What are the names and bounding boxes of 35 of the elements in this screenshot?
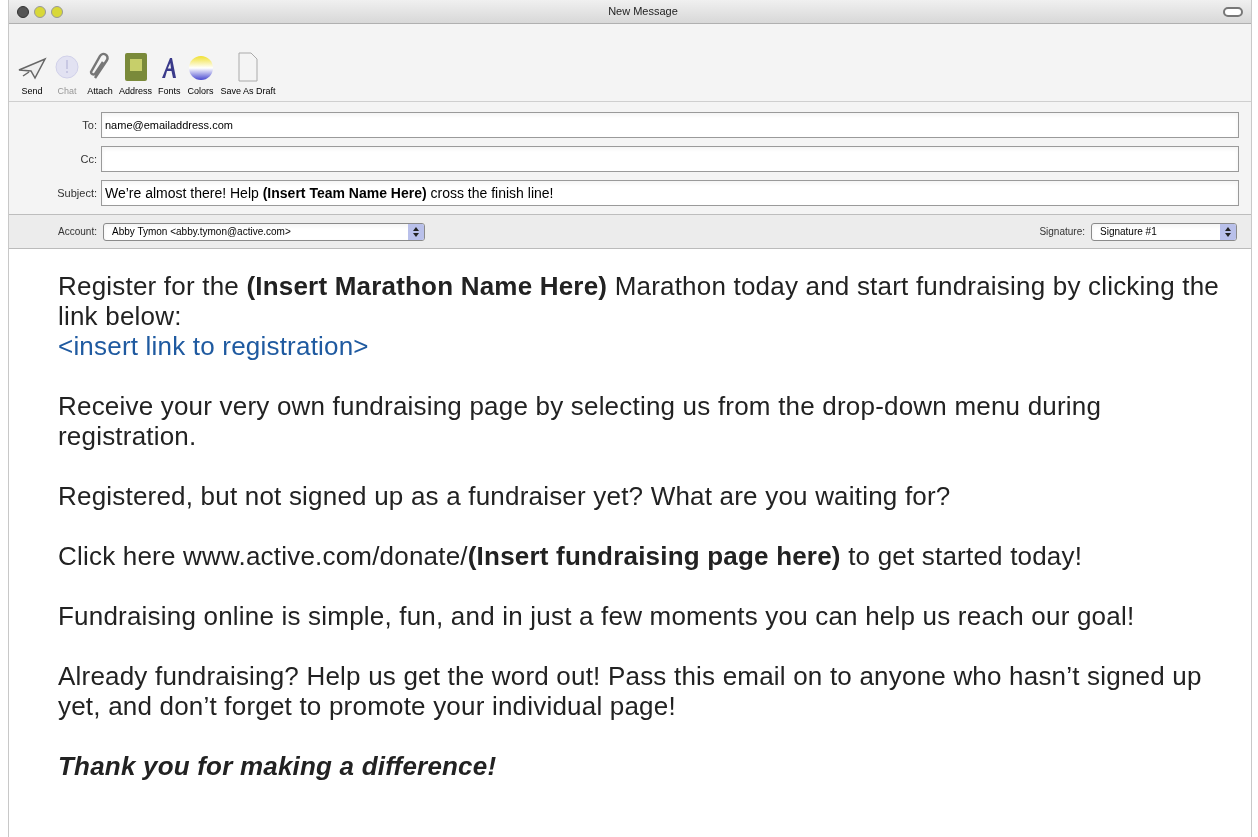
message-body[interactable] (9, 249, 1251, 837)
body-paragraph: Click here www.active.com/donate/(Insert fundraising page here) to get started today! (58, 541, 1084, 571)
stepper-arrows-icon (1225, 226, 1231, 237)
body-paragraph: Register for the (Insert Marathon Name Here) Marathon today and start fundraising by clicking the link below: (58, 271, 1221, 331)
toolbar-button[interactable]: Attach (87, 51, 113, 98)
toolbar-button[interactable]: Save As Draft (220, 51, 276, 98)
field-label: To: (81, 117, 98, 133)
input-field[interactable] (101, 146, 1239, 172)
registration-link[interactable]: <insert link to registration> (58, 331, 369, 361)
toolbar-button[interactable]: Address (119, 51, 153, 98)
field-label: Cc: (79, 151, 98, 167)
body-paragraph: Registered, but not signed up as a fundraiser yet? What are you waiting for? (58, 481, 952, 511)
close-button[interactable] (17, 5, 29, 18)
signature-label: Signature: (1039, 225, 1086, 239)
body-paragraph: Fundraising online is simple, fun, and in just a few moments you can help us reach our goal! (58, 601, 1136, 631)
paper-plane-icon (17, 55, 47, 82)
toolbar-button[interactable]: Fonts (158, 53, 181, 98)
field-label: Subject: (56, 185, 98, 201)
body-paragraph: Receive your very own fundraising page by selecting us from the drop-down menu during registration. (58, 391, 1103, 451)
input-field[interactable]: name@emailaddress.com (101, 112, 1239, 138)
chat-bubble-icon (53, 53, 81, 82)
document-icon (237, 51, 260, 82)
account-label: Account: (57, 225, 98, 239)
window-title: New Message (607, 4, 679, 20)
address-book-icon (123, 51, 148, 82)
signature-dropdown[interactable]: Signature #1 (1091, 222, 1237, 241)
toolbar-button[interactable]: Send (17, 55, 47, 98)
color-wheel-icon (186, 53, 215, 82)
closing-line: Thank you for making a difference! (58, 751, 498, 781)
toolbar-toggle-button[interactable] (1223, 6, 1243, 17)
body-paragraph: Already fundraising? Help us get the word out! Pass this email on to anyone who hasn’t signed up yet, and don’t forget to promote your individual page! (58, 661, 1203, 721)
toolbar-button[interactable]: Colors (186, 53, 215, 98)
stepper-arrows-icon (413, 226, 419, 237)
account-dropdown[interactable]: Abby Tymon <abby.tymon@active.com> (103, 222, 425, 241)
input-field[interactable]: We’re almost there! Help (Insert Team Name Here) cross the finish line! (101, 180, 1239, 206)
